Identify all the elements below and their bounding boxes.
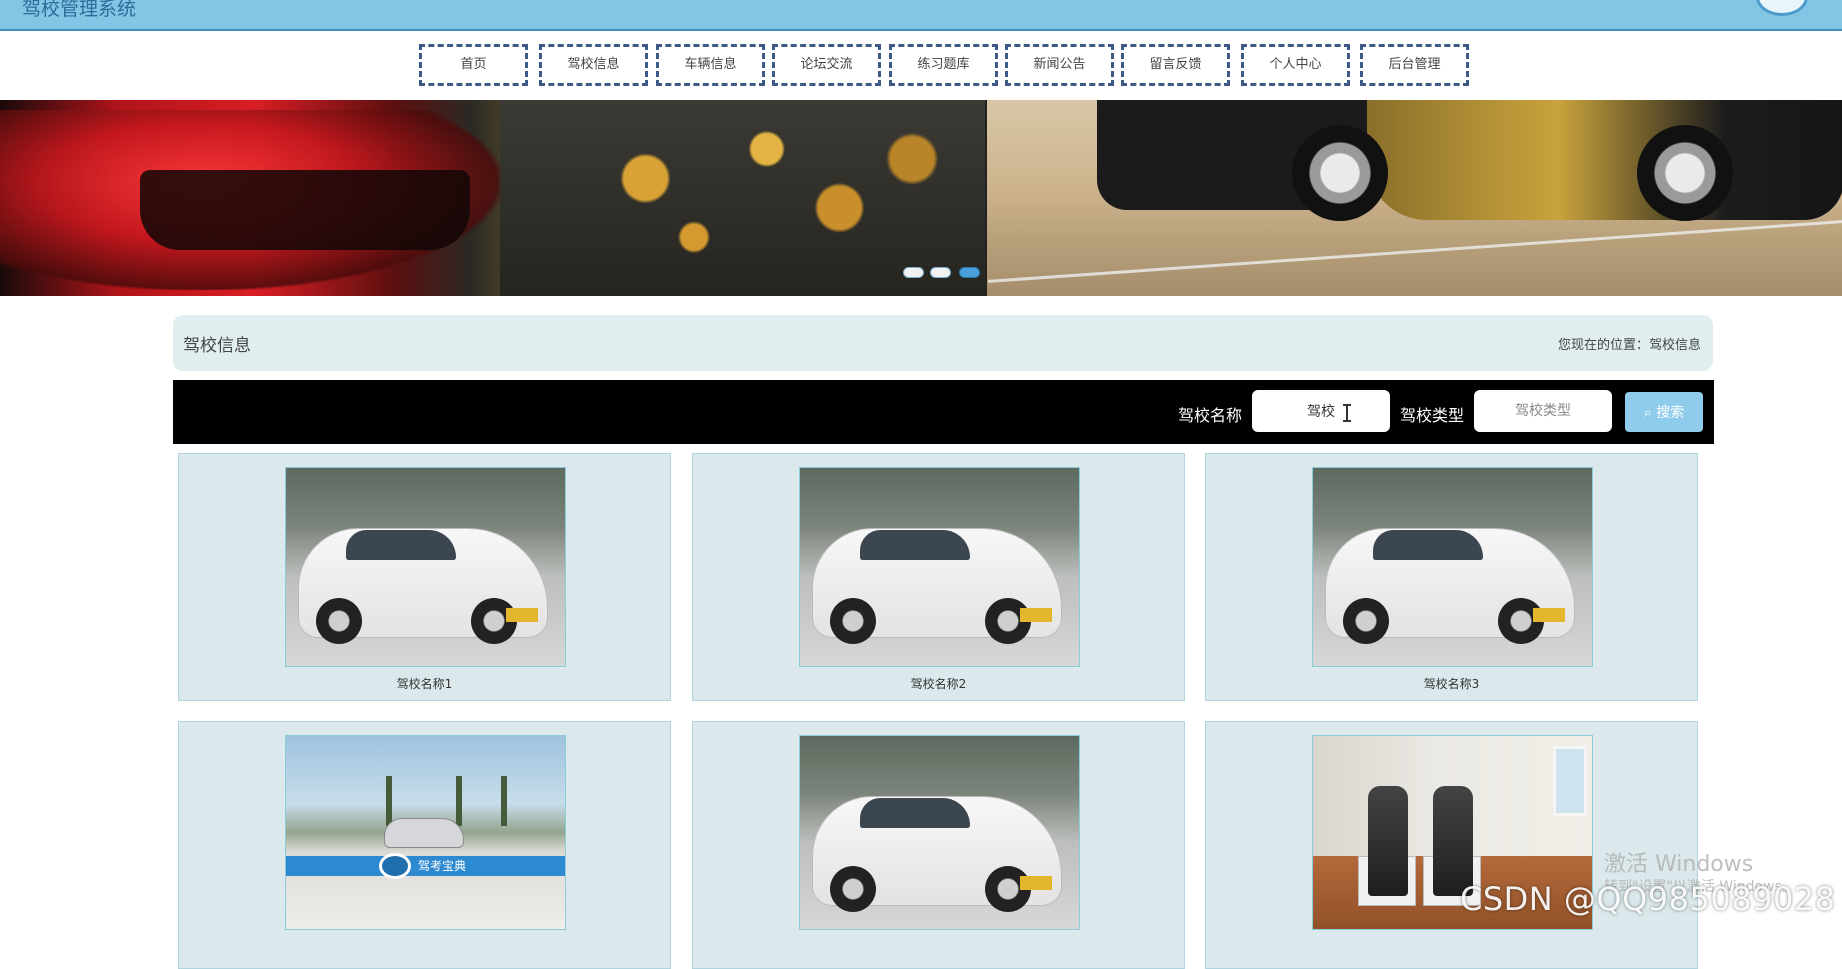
banner-slide-image-red-car — [0, 100, 985, 296]
csdn-watermark: CSDN @QQ985089028 — [1460, 880, 1836, 918]
app-logo-icon — [379, 853, 411, 879]
school-image — [1312, 467, 1593, 667]
search-button[interactable]: ⌕ 搜索 — [1625, 392, 1703, 432]
carousel-dot-3-active[interactable] — [959, 267, 980, 278]
breadcrumb: 您现在的位置：驾校信息 — [1557, 338, 1701, 353]
school-image-training-field: 驾考宝典 — [285, 735, 566, 930]
school-name: 驾校名称1 — [396, 677, 453, 691]
image-caption: 驾考宝典 — [286, 856, 565, 876]
banner-slide-image-race-cars — [985, 100, 1842, 296]
school-card-3[interactable]: 驾校名称3 — [1205, 453, 1698, 701]
banner-carousel[interactable] — [0, 100, 1842, 296]
nav-item-profile[interactable]: 个人中心 — [1241, 44, 1350, 86]
windows-activation-notice: 激活 Windows — [1604, 852, 1754, 877]
nav-item-question-bank[interactable]: 练习题库 — [889, 44, 998, 86]
app-title: 驾校管理系统 — [22, 0, 137, 20]
nav-item-driving-school[interactable]: 驾校信息 — [539, 44, 648, 86]
school-image — [799, 735, 1080, 930]
search-bar: 驾校名称 驾校类型 ⌕搜索 — [173, 380, 1714, 444]
search-button-label: 搜索 — [1656, 405, 1685, 421]
user-avatar-icon[interactable] — [1756, 0, 1808, 16]
school-image — [799, 467, 1080, 667]
school-name-label: 驾校名称 — [1178, 406, 1243, 425]
school-name-input[interactable] — [1252, 390, 1390, 432]
school-name: 驾校名称2 — [910, 677, 967, 691]
school-card-2[interactable]: 驾校名称2 — [692, 453, 1185, 701]
nav-item-news[interactable]: 新闻公告 — [1005, 44, 1114, 86]
school-type-input[interactable] — [1474, 390, 1612, 432]
school-card-1[interactable]: 驾校名称1 — [178, 453, 671, 701]
nav-item-home[interactable]: 首页 — [419, 44, 528, 86]
search-icon: ⌕ — [1643, 403, 1653, 421]
text-cursor-icon — [1343, 404, 1351, 422]
top-header-bar: 驾校管理系统 — [0, 0, 1842, 31]
section-header: 驾校信息 您现在的位置：驾校信息 — [173, 315, 1713, 371]
carousel-dot-1[interactable] — [903, 267, 924, 278]
school-type-label: 驾校类型 — [1400, 406, 1465, 425]
school-name: 驾校名称3 — [1423, 677, 1480, 691]
main-nav: 首页 驾校信息 车辆信息 论坛交流 练习题库 新闻公告 留言反馈 个人中心 后台… — [0, 44, 1842, 86]
section-title: 驾校信息 — [183, 336, 251, 356]
nav-item-feedback[interactable]: 留言反馈 — [1121, 44, 1230, 86]
school-image — [285, 467, 566, 667]
carousel-dot-2[interactable] — [930, 267, 951, 278]
nav-item-admin[interactable]: 后台管理 — [1360, 44, 1469, 86]
nav-item-forum[interactable]: 论坛交流 — [772, 44, 881, 86]
nav-item-vehicles[interactable]: 车辆信息 — [656, 44, 765, 86]
